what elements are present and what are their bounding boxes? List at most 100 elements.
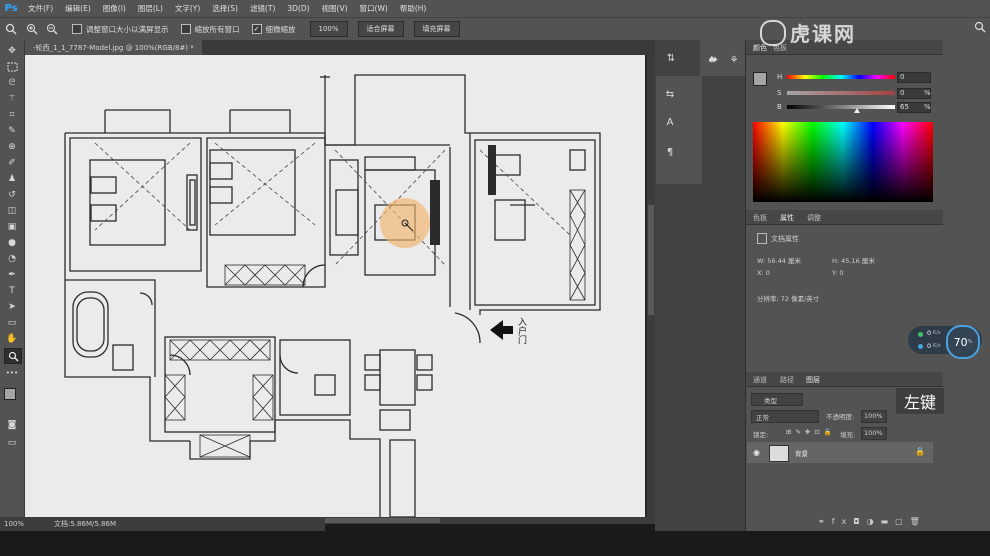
- props-height: H: 45.16 厘米: [832, 257, 875, 265]
- layer-row-background[interactable]: ◉ 背景 🔒: [747, 442, 933, 463]
- opacity-value: 100%: [864, 412, 883, 420]
- hand-tool-icon[interactable]: ✋: [4, 332, 20, 346]
- marquee-tool-icon[interactable]: [4, 60, 20, 74]
- hue-slider[interactable]: [787, 75, 895, 79]
- menu-window[interactable]: 窗口(W): [354, 3, 394, 14]
- menu-edit[interactable]: 编辑(E): [59, 3, 97, 14]
- layer-filter-select[interactable]: 类型: [751, 393, 803, 406]
- menu-help[interactable]: 帮助(H): [394, 3, 433, 14]
- tab-adjustments[interactable]: 调整: [807, 213, 821, 223]
- props-title: 文档属性: [771, 235, 799, 243]
- tab-swatches[interactable]: 色板: [753, 213, 767, 223]
- foreground-color-swatch[interactable]: [4, 388, 16, 400]
- color-spectrum-ramp[interactable]: [753, 122, 933, 202]
- props-width: W: 56.44 厘米: [757, 257, 801, 265]
- healing-brush-tool-icon[interactable]: ⊕: [4, 140, 20, 154]
- history-brush-tool-icon[interactable]: ↺: [4, 188, 20, 202]
- type-tool-icon[interactable]: T: [4, 284, 20, 298]
- opacity-field[interactable]: 100%: [861, 410, 887, 423]
- horizontal-scroll-thumb[interactable]: [325, 518, 440, 523]
- menu-3d[interactable]: 3D(D): [281, 4, 315, 13]
- fit-screen-button[interactable]: 适合屏幕: [357, 21, 404, 37]
- net-download-value: 0: [927, 342, 932, 350]
- edit-toolbar-icon[interactable]: •••: [4, 366, 20, 380]
- character-icon[interactable]: A: [662, 114, 678, 130]
- color-fg-swatch[interactable]: [753, 72, 767, 86]
- tab-layers[interactable]: 图层: [806, 375, 820, 385]
- tab-properties[interactable]: 属性: [780, 213, 794, 223]
- lock-icons[interactable]: ⊞✎✥⊡🔒: [786, 428, 836, 436]
- crop-tool-icon[interactable]: ⌗: [4, 108, 20, 122]
- dodge-tool-icon[interactable]: ◔: [4, 252, 20, 266]
- brightness-slider-thumb[interactable]: [854, 108, 860, 113]
- saturation-slider[interactable]: [787, 91, 895, 95]
- photoshop-logo: Ps: [4, 3, 18, 14]
- menu-select[interactable]: 选择(S): [206, 3, 244, 14]
- quick-mask-icon[interactable]: ◙: [4, 418, 20, 432]
- search-icon[interactable]: [974, 21, 986, 33]
- blend-mode-select[interactable]: 正常: [751, 410, 819, 423]
- zoom-tool-icon[interactable]: [4, 348, 22, 364]
- menu-view[interactable]: 视图(V): [316, 3, 354, 14]
- floor-plan-canvas[interactable]: 入户门: [25, 55, 645, 517]
- menu-layer[interactable]: 图层(L): [132, 3, 169, 14]
- path-selection-tool-icon[interactable]: ➤: [4, 300, 20, 314]
- zoom-percent-button[interactable]: 100%: [309, 21, 348, 37]
- key-hint-overlay: 左键: [896, 388, 944, 414]
- layers-panel-header: [746, 372, 943, 387]
- checkbox-unchecked-icon: [72, 24, 82, 34]
- gradient-tool-icon[interactable]: ▣: [4, 220, 20, 234]
- fill-field[interactable]: 100%: [861, 427, 887, 440]
- zoom-all-checkbox[interactable]: 缩放所有窗口: [180, 24, 240, 35]
- brush-preset-icon[interactable]: ⚘: [726, 52, 742, 68]
- upload-dot-icon: [918, 332, 923, 337]
- cpu-value: 70: [953, 335, 968, 349]
- canvas-area[interactable]: 入户门: [25, 55, 647, 517]
- zoom-tool-preset-icon[interactable]: [4, 21, 20, 37]
- zoom-in-icon[interactable]: [24, 21, 40, 37]
- layer-name: 背景: [795, 450, 808, 458]
- props-resolution: 分辨率: 72 像素/英寸: [757, 295, 820, 303]
- status-zoom: 100%: [4, 520, 25, 528]
- document-tab[interactable]: -轮西_1_1_7787-Model.jpg @ 100%(RGB/8#) *: [25, 40, 202, 55]
- magic-wand-tool-icon[interactable]: ⚚: [4, 92, 20, 106]
- cpu-gauge: 70 %: [946, 325, 980, 359]
- h-value-field[interactable]: 0: [897, 72, 931, 83]
- menu-filter[interactable]: 滤镜(T): [244, 3, 281, 14]
- eraser-tool-icon[interactable]: ◫: [4, 204, 20, 218]
- resize-windows-checkbox[interactable]: 调整窗口大小以满屏显示: [72, 24, 169, 35]
- lasso-tool-icon[interactable]: ᘓ: [4, 76, 20, 90]
- actions-icon[interactable]: ⇆: [662, 86, 678, 102]
- fill-screen-button[interactable]: 填充屏幕: [413, 21, 460, 37]
- zoom-out-icon[interactable]: [44, 21, 60, 37]
- menu-image[interactable]: 图像(I): [97, 3, 132, 14]
- menu-file[interactable]: 文件(F): [22, 3, 59, 14]
- tool-presets-icon[interactable]: ✦: [707, 52, 723, 68]
- clone-stamp-tool-icon[interactable]: ♟: [4, 172, 20, 186]
- b-unit: %: [924, 103, 931, 111]
- paragraph-icon[interactable]: ¶: [662, 144, 678, 160]
- shape-tool-icon[interactable]: ▭: [4, 316, 20, 330]
- status-bar: 100% 文档:5.86M/5.86M: [0, 517, 325, 531]
- brightness-slider[interactable]: [787, 105, 895, 109]
- scrubby-zoom-checkbox[interactable]: ✓ 细微缩放: [251, 24, 296, 35]
- adjust-icon[interactable]: ⇅: [663, 50, 679, 66]
- screen-bottom: [0, 531, 990, 556]
- layer-thumbnail: [769, 445, 789, 462]
- tab-channels[interactable]: 通道: [753, 375, 767, 385]
- tab-paths[interactable]: 路径: [780, 375, 794, 385]
- layer-lock-icon: 🔒: [915, 447, 925, 456]
- vertical-scroll-thumb[interactable]: [648, 205, 654, 315]
- menu-type[interactable]: 文字(Y): [169, 3, 206, 14]
- eyedropper-tool-icon[interactable]: ✎: [4, 124, 20, 138]
- blur-tool-icon[interactable]: ●: [4, 236, 20, 250]
- brush-tool-icon[interactable]: ✐: [4, 156, 20, 170]
- move-tool-icon[interactable]: ✥: [4, 44, 20, 58]
- watermark-text: 虎课网: [790, 22, 856, 46]
- fill-value: 100%: [864, 429, 883, 437]
- pen-tool-icon[interactable]: ✒: [4, 268, 20, 282]
- layer-actions-bar[interactable]: ⚭fx◘◑▬▢🗑: [818, 517, 927, 526]
- eye-icon[interactable]: ◉: [753, 448, 760, 457]
- fill-label: 填充:: [840, 431, 856, 439]
- screen-mode-icon[interactable]: ▭: [4, 436, 20, 450]
